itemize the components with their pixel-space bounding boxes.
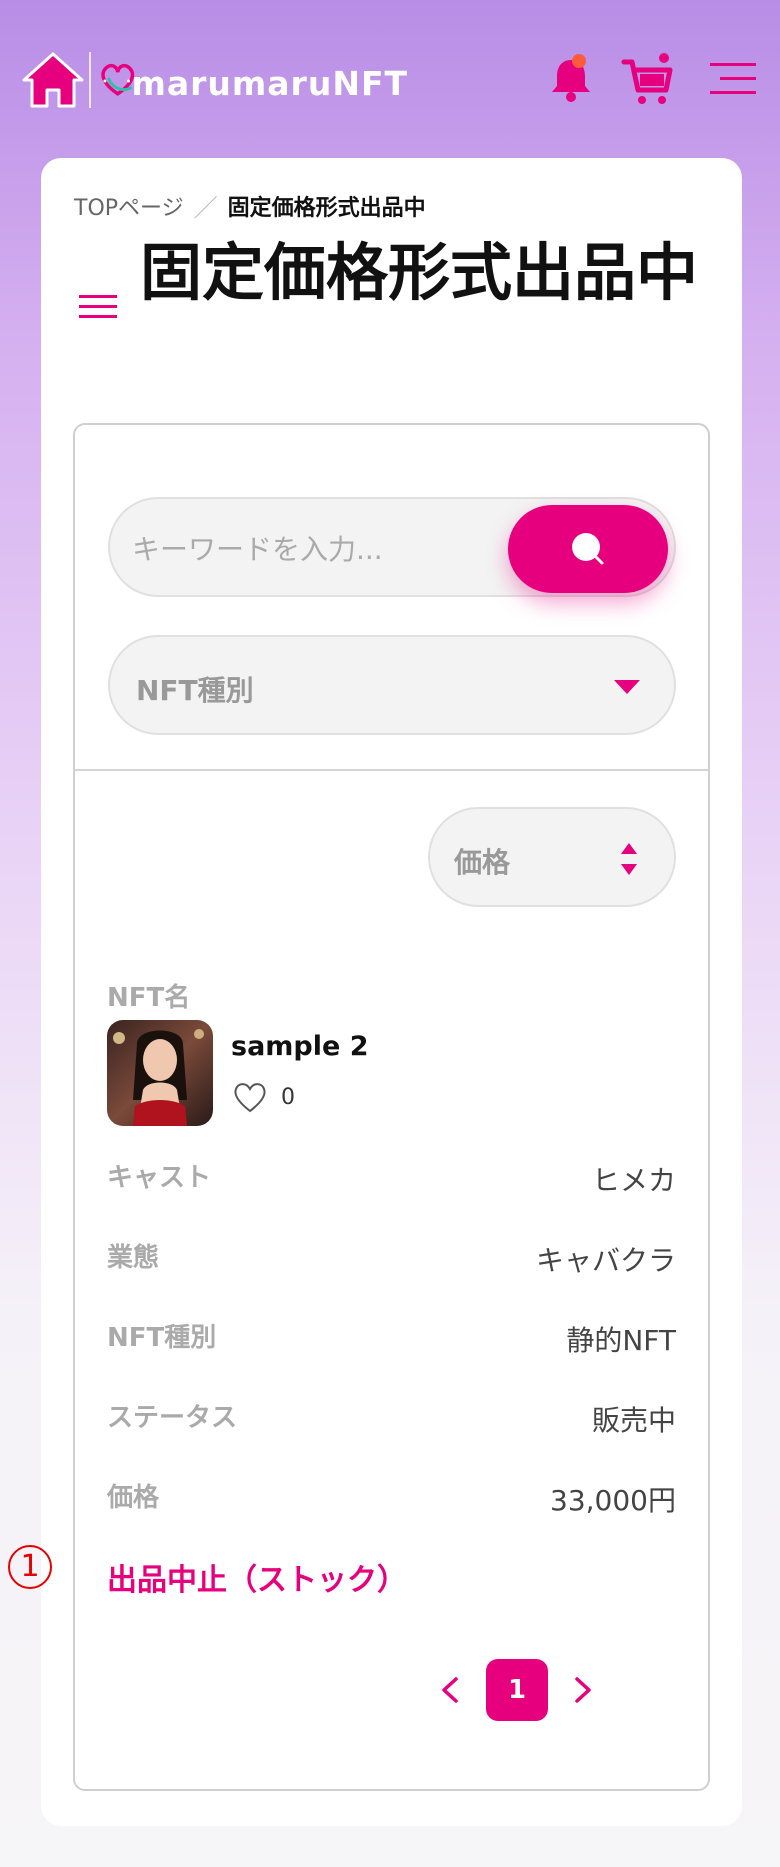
status-label: ステータス	[107, 1403, 238, 1433]
status-value: 販売中	[591, 1404, 676, 1437]
sort-arrows-icon	[621, 843, 637, 875]
search-button[interactable]	[508, 505, 668, 593]
search-icon	[572, 533, 604, 565]
caret-down-icon	[614, 680, 640, 694]
price-value: 33,000円	[550, 1484, 676, 1517]
cast-label: キャスト	[107, 1163, 212, 1193]
chevron-right-icon	[575, 1677, 591, 1703]
menu-button[interactable]	[706, 60, 760, 98]
sort-select[interactable]: 価格	[428, 807, 676, 907]
pagination-prev-button[interactable]	[430, 1665, 470, 1715]
nft-type-select-label: NFT種別	[136, 674, 254, 707]
annotation-marker: 1	[8, 1545, 52, 1589]
nft-type-select[interactable]: NFT種別	[108, 635, 676, 735]
nft-image	[107, 1020, 213, 1126]
main-card: TOPページ ／ 固定価格形式出品中 固定価格形式出品中 NFT種別	[41, 158, 742, 1826]
home-icon	[22, 52, 84, 108]
site-header: marumaruNFT	[0, 0, 780, 150]
home-button[interactable]	[20, 50, 86, 110]
chevron-left-icon	[442, 1677, 458, 1703]
panel-divider	[75, 769, 708, 771]
bell-icon	[552, 54, 590, 102]
hamburger-menu-icon	[710, 63, 756, 94]
notifications-button[interactable]	[548, 52, 594, 104]
list-menu-icon	[79, 295, 117, 318]
search-bar	[108, 497, 676, 597]
site-logo[interactable]: marumaruNFT	[98, 38, 408, 120]
like-count: 0	[281, 1085, 295, 1110]
pagination-page-1[interactable]: 1	[486, 1659, 548, 1721]
like-button[interactable]	[231, 1079, 269, 1115]
nft-name-label: NFT名	[107, 983, 191, 1013]
breadcrumb-separator: ／	[193, 194, 218, 222]
breadcrumb: TOPページ ／ 固定価格形式出品中	[74, 188, 426, 223]
listing-panel: NFT種別 価格 NFT名	[73, 423, 710, 1791]
page-title: 固定価格形式出品中	[140, 236, 699, 309]
stop-listing-link[interactable]: 出品中止（ストック）	[107, 1555, 407, 1599]
business-type-label: 業態	[107, 1243, 160, 1273]
cart-button[interactable]	[620, 50, 676, 110]
cast-value: ヒメカ	[591, 1164, 676, 1197]
nft-name[interactable]: sample 2	[231, 1031, 369, 1062]
nft-type-value: 静的NFT	[566, 1324, 676, 1357]
nft-type-label: NFT種別	[107, 1323, 217, 1353]
cart-icon	[621, 53, 673, 104]
nft-thumbnail[interactable]	[107, 1020, 213, 1126]
price-label: 価格	[107, 1483, 160, 1513]
search-input[interactable]	[132, 525, 492, 573]
breadcrumb-current: 固定価格形式出品中	[227, 195, 426, 221]
heart-icon	[234, 1083, 266, 1113]
breadcrumb-home-link[interactable]: TOPページ	[74, 190, 184, 222]
header-divider	[89, 52, 91, 108]
pagination-next-button[interactable]	[563, 1665, 603, 1715]
business-type-value: キャバクラ	[535, 1244, 676, 1277]
logo-text: marumaruNFT	[131, 63, 408, 103]
sort-select-label: 価格	[454, 846, 511, 879]
sidebar-toggle-button[interactable]	[77, 293, 119, 321]
